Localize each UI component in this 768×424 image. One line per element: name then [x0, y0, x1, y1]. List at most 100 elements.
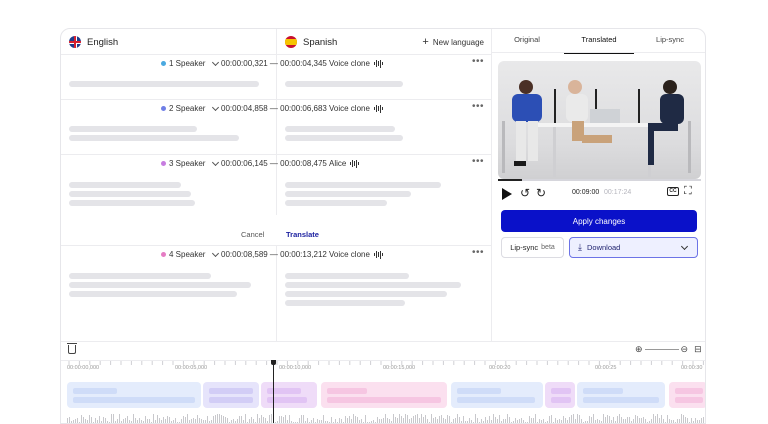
timeline-clip[interactable] [577, 382, 665, 408]
video-progress-bar[interactable] [498, 179, 701, 181]
more-options-icon[interactable]: ••• [472, 156, 484, 167]
download-label: Download [586, 243, 621, 252]
beta-badge: beta [541, 244, 555, 251]
voice-label: Voice clone [329, 59, 370, 68]
video-progress-fill [498, 179, 523, 181]
timeline: ⊕ ⊖ ⊟ 00:00:00,000 00:00:05,000 00:00:10… [61, 341, 705, 423]
tick-label: 00:00:05,000 [175, 365, 208, 371]
chevron-down-icon [212, 249, 220, 257]
preview-tabs: Original Translated Lip-sync [492, 29, 705, 54]
segment-4[interactable]: 4 Speaker 00:00:08,589 — 00:00:13,212 Vo… [61, 245, 492, 341]
voice-selector[interactable]: Voice clone [329, 104, 383, 113]
voice-wave-icon [373, 250, 383, 259]
more-options-icon[interactable]: ••• [472, 101, 484, 112]
play-icon[interactable] [502, 188, 512, 200]
tick-label: 00:00:20 [489, 365, 511, 371]
video-frame-illustration [502, 80, 691, 177]
voice-wave-icon [350, 159, 360, 168]
forward-icon[interactable]: ↻ [536, 187, 546, 199]
spain-flag-icon [285, 36, 297, 48]
speaker-label: 1 Speaker [169, 59, 206, 68]
segment-2[interactable]: 2 Speaker 00:00:04,858 — 00:00:06,683 Vo… [61, 100, 492, 155]
segment-timecode: 00:00:00,321 — 00:00:04,345 [221, 59, 327, 68]
target-language-label: Spanish [303, 36, 338, 48]
speaker-selector[interactable]: 4 Speaker [161, 249, 220, 259]
timeline-clip[interactable] [261, 382, 317, 408]
speaker-label: 3 Speaker [169, 159, 206, 168]
speaker-selector[interactable]: 2 Speaker [161, 103, 220, 113]
timeline-clip[interactable] [321, 382, 447, 408]
zoom-slider[interactable] [644, 349, 679, 350]
transcript-editor: English Spanish + New language 1 Speaker [61, 29, 492, 341]
current-time: 00:09:00 [572, 189, 600, 196]
tab-translated[interactable]: Translated [564, 29, 634, 54]
uk-flag-icon [69, 36, 81, 48]
more-options-icon[interactable]: ••• [472, 247, 484, 258]
speaker-selector[interactable]: 3 Speaker [161, 158, 220, 168]
segment-timecode: 00:00:04,858 — 00:00:06,683 [221, 104, 327, 113]
timeline-clip[interactable] [669, 382, 705, 408]
lip-sync-button[interactable]: Lip-sync beta [501, 237, 564, 258]
speaker-color-dot [161, 61, 166, 66]
source-language[interactable]: English [69, 29, 118, 55]
fullscreen-icon[interactable]: ⛶ [684, 186, 692, 197]
tick-label: 00:00:10,000 [279, 365, 312, 371]
voice-label: Voice clone [329, 250, 370, 259]
timeline-clip[interactable] [203, 382, 259, 408]
rewind-icon[interactable]: ↺ [520, 187, 530, 199]
language-bar: English Spanish + New language [61, 29, 492, 55]
audio-waveform[interactable] [67, 412, 705, 423]
zoom-control[interactable]: ⊕ ⊖ ⊟ [635, 344, 702, 355]
speaker-color-dot [161, 252, 166, 257]
tick-label: 00:00:00,000 [67, 365, 100, 371]
download-icon: ⤓ [578, 242, 582, 252]
translate-actions: Cancel Translate [61, 225, 492, 245]
speaker-color-dot [161, 161, 166, 166]
timeline-ruler[interactable]: 00:00:00,000 00:00:05,000 00:00:10,000 0… [61, 360, 705, 380]
more-options-icon[interactable]: ••• [472, 56, 484, 67]
preview-panel: Original Translated Lip-sync ↺ ↻ 00:09:0… [492, 29, 705, 341]
speaker-selector[interactable]: 1 Speaker [161, 58, 220, 68]
new-language-label: New language [432, 37, 484, 47]
lip-sync-label: Lip-sync [510, 243, 539, 252]
total-time: 00:17:24 [604, 189, 632, 196]
captions-icon[interactable]: CC [667, 187, 679, 196]
fit-icon[interactable]: ⊟ [694, 344, 702, 355]
segment-1[interactable]: 1 Speaker 00:00:00,321 — 00:00:04,345 Vo… [61, 55, 492, 100]
chevron-down-icon [212, 158, 220, 166]
speaker-label: 4 Speaker [169, 250, 206, 259]
apply-changes-button[interactable]: Apply changes [501, 210, 697, 232]
speaker-label: 2 Speaker [169, 104, 206, 113]
video-preview[interactable] [498, 61, 701, 179]
voice-selector[interactable]: Voice clone [329, 59, 383, 68]
plus-icon: + [422, 36, 429, 48]
voice-selector[interactable]: Voice clone [329, 250, 383, 259]
download-dropdown[interactable]: ⤓ Download [569, 237, 698, 258]
voice-wave-icon [373, 104, 383, 113]
translate-button[interactable]: Translate [286, 230, 319, 239]
chevron-down-icon [680, 242, 689, 251]
timeline-clip[interactable] [451, 382, 543, 408]
segment-timecode: 00:00:08,589 — 00:00:13,212 [221, 250, 327, 259]
segment-timecode: 00:00:06,145 — 00:00:08,475 [221, 159, 327, 168]
voice-wave-icon [373, 59, 383, 68]
zoom-in-icon[interactable]: ⊕ [635, 344, 643, 355]
voice-label: Voice clone [329, 104, 370, 113]
voice-selector[interactable]: Alice [329, 159, 360, 168]
target-language[interactable]: Spanish [285, 29, 337, 55]
chevron-down-icon [212, 103, 220, 111]
new-language-button[interactable]: + New language [422, 29, 484, 55]
zoom-out-icon[interactable]: ⊖ [681, 344, 689, 355]
timeline-clip[interactable] [67, 382, 201, 408]
chevron-down-icon [212, 58, 220, 66]
source-language-label: English [87, 36, 119, 48]
speaker-color-dot [161, 106, 166, 111]
tick-label: 00:00:30 [681, 365, 703, 371]
timeline-clip[interactable] [545, 382, 575, 408]
cancel-button[interactable]: Cancel [241, 230, 264, 239]
tab-lip-sync[interactable]: Lip-sync [635, 29, 705, 53]
trash-icon[interactable] [67, 343, 77, 354]
tab-original[interactable]: Original [492, 29, 562, 53]
playhead[interactable] [271, 360, 276, 423]
player-controls: ↺ ↻ 00:09:00 00:17:24 CC ⛶ [498, 185, 701, 203]
